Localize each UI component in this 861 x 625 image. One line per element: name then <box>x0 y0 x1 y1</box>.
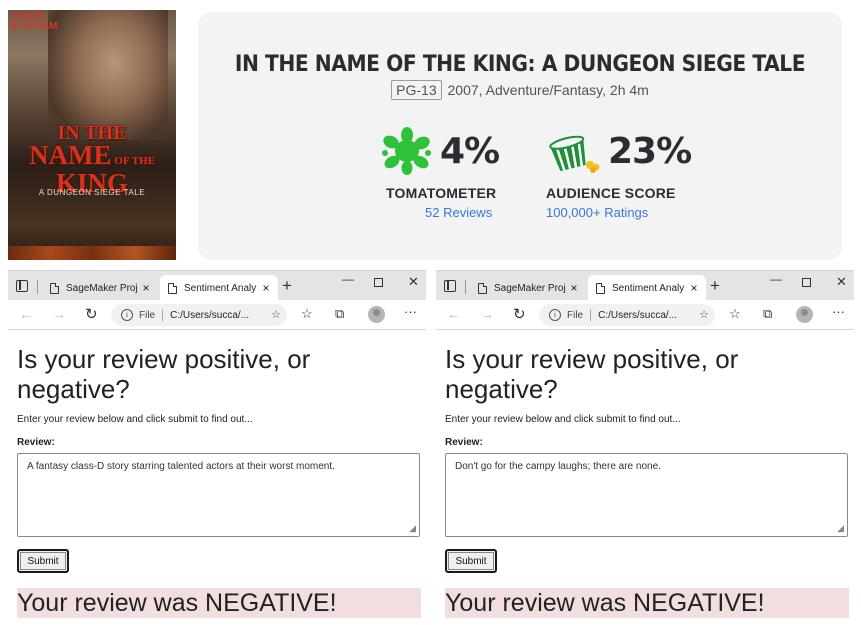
score-card: IN THE NAME OF THE KING: A DUNGEON SIEGE… <box>198 12 842 260</box>
address-bar: ← → ↻ i File C:/Users/succa/... ☆ ☆ ⧉ ··… <box>436 300 854 330</box>
tab-actions-icon[interactable] <box>444 280 456 292</box>
info-icon[interactable]: i <box>121 309 133 321</box>
profile-avatar[interactable] <box>368 306 385 323</box>
tab-actions-icon[interactable] <box>16 280 28 292</box>
tomatometer-reviews-link[interactable]: 52 Reviews <box>425 205 499 220</box>
audience-ratings-link[interactable]: 100,000+ Ratings <box>546 205 691 220</box>
page-icon <box>50 282 59 294</box>
tab-sagemaker[interactable]: SageMaker Proje × <box>42 275 158 301</box>
resize-grip-icon[interactable]: ◢ <box>409 523 416 534</box>
browser-window-right: SageMaker Proje × Sentiment Analy × + — … <box>436 270 854 625</box>
tab-bar: SageMaker Proje × Sentiment Analy × + — … <box>8 270 426 301</box>
profile-avatar[interactable] <box>796 306 813 323</box>
url-field[interactable]: i File C:/Users/succa/... ☆ <box>539 304 715 326</box>
url-field[interactable]: i File C:/Users/succa/... ☆ <box>111 304 287 326</box>
movie-info: PG-13 2007, Adventure/Fantasy, 2h 4m <box>198 80 842 100</box>
poster-fire <box>8 246 176 260</box>
back-icon[interactable]: ← <box>447 306 461 322</box>
minimize-icon[interactable]: — <box>770 272 782 286</box>
audience-score-label: AUDIENCE SCORE <box>546 185 676 201</box>
page-title: Is your review positive, or negative? <box>17 344 311 404</box>
tab-label: Sentiment Analy <box>612 282 685 294</box>
collections-icon[interactable]: ⧉ <box>335 306 344 322</box>
page-icon <box>168 282 177 294</box>
tab-bar: SageMaker Proje × Sentiment Analy × + — … <box>436 270 854 301</box>
poster-actor-name: JASON STATHAM <box>10 11 58 32</box>
maximize-icon[interactable] <box>802 278 811 287</box>
add-favorite-icon[interactable]: ☆ <box>699 308 709 321</box>
address-bar: ← → ↻ i File C:/Users/succa/... ☆ ☆ ⧉ ··… <box>8 300 426 330</box>
movie-poster: JASON STATHAM IN THE NAME OF THE KING A … <box>8 10 176 260</box>
forward-icon[interactable]: → <box>480 306 494 322</box>
resize-grip-icon[interactable]: ◢ <box>837 523 844 534</box>
maximize-icon[interactable] <box>374 278 383 287</box>
more-icon[interactable]: ··· <box>832 304 845 319</box>
refresh-icon[interactable]: ↻ <box>85 305 98 323</box>
page-title: Is your review positive, or negative? <box>445 344 739 404</box>
tab-separator <box>37 280 38 294</box>
result-banner: Your review was NEGATIVE! <box>17 588 421 618</box>
minimize-icon[interactable]: — <box>342 272 354 286</box>
add-favorite-icon[interactable]: ☆ <box>271 308 281 321</box>
audience-score-value: 23% <box>608 130 692 172</box>
url-scheme: File <box>139 309 156 321</box>
tomatometer-block[interactable]: 4% TOMATOMETER 52 Reviews <box>378 127 500 220</box>
review-textarea[interactable]: Don't go for the campy laughs; there are… <box>445 453 848 537</box>
url-text: C:/Users/succa/... <box>598 309 678 321</box>
close-window-icon[interactable]: ✕ <box>408 274 419 290</box>
spilled-popcorn-icon <box>549 135 600 173</box>
rating-badge: PG-13 <box>391 80 442 100</box>
close-tab-icon[interactable]: × <box>566 281 582 295</box>
splat-icon <box>382 127 431 175</box>
review-label: Review: <box>445 437 483 448</box>
refresh-icon[interactable]: ↻ <box>513 305 526 323</box>
favorites-icon[interactable]: ☆ <box>301 306 313 322</box>
tab-label: SageMaker Proje <box>66 282 138 294</box>
tab-sagemaker[interactable]: SageMaker Proje × <box>470 275 586 301</box>
browser-window-left: SageMaker Proje × Sentiment Analy × + — … <box>8 270 426 625</box>
poster-actor-face <box>48 10 168 140</box>
close-window-icon[interactable]: ✕ <box>836 274 847 290</box>
page-description: Enter your review below and click submit… <box>17 414 253 425</box>
submit-button[interactable]: Submit <box>17 549 69 573</box>
url-separator <box>590 309 592 321</box>
tab-separator <box>465 280 466 294</box>
page-icon <box>478 282 487 294</box>
review-text: Don't go for the campy laughs; there are… <box>455 461 661 472</box>
info-icon[interactable]: i <box>549 309 561 321</box>
tab-label: Sentiment Analy <box>184 282 257 294</box>
new-tab-icon[interactable]: + <box>710 276 720 296</box>
review-textarea[interactable]: A fantasy class-D story starring talente… <box>17 453 420 537</box>
page-content: Is your review positive, or negative? En… <box>436 344 854 618</box>
tomatometer-label: TOMATOMETER <box>386 185 497 201</box>
review-label: Review: <box>17 437 55 448</box>
review-text: A fantasy class-D story starring talente… <box>27 461 335 472</box>
more-icon[interactable]: ··· <box>404 304 417 319</box>
page-description: Enter your review below and click submit… <box>445 414 681 425</box>
tomatometer-value: 4% <box>440 130 500 172</box>
movie-title: IN THE NAME OF THE KING: A DUNGEON SIEGE… <box>234 52 806 77</box>
tab-label: SageMaker Proje <box>494 282 566 294</box>
tab-sentiment-analysis[interactable]: Sentiment Analy × <box>160 275 278 301</box>
tab-sentiment-analysis[interactable]: Sentiment Analy × <box>588 275 706 301</box>
url-text: C:/Users/succa/... <box>170 309 250 321</box>
close-tab-icon[interactable]: × <box>138 281 154 295</box>
back-icon[interactable]: ← <box>19 306 33 322</box>
forward-icon[interactable]: → <box>52 306 66 322</box>
favorites-icon[interactable]: ☆ <box>729 306 741 322</box>
poster-subtitle: A DUNGEON SIEGE TALE <box>38 188 146 197</box>
page-content: Is your review positive, or negative? En… <box>8 344 426 618</box>
close-tab-icon[interactable]: × <box>258 281 274 295</box>
url-separator <box>162 309 164 321</box>
collections-icon[interactable]: ⧉ <box>763 306 772 322</box>
result-banner: Your review was NEGATIVE! <box>445 588 849 618</box>
audience-score-block[interactable]: 23% AUDIENCE SCORE 100,000+ Ratings <box>546 127 692 221</box>
poster-title-art: IN THE NAME OF THE KING <box>29 122 155 198</box>
new-tab-icon[interactable]: + <box>282 276 292 296</box>
url-scheme: File <box>567 309 584 321</box>
submit-button[interactable]: Submit <box>445 549 497 573</box>
movie-details: 2007, Adventure/Fantasy, 2h 4m <box>447 82 649 98</box>
page-icon <box>596 282 605 294</box>
close-tab-icon[interactable]: × <box>686 281 702 295</box>
